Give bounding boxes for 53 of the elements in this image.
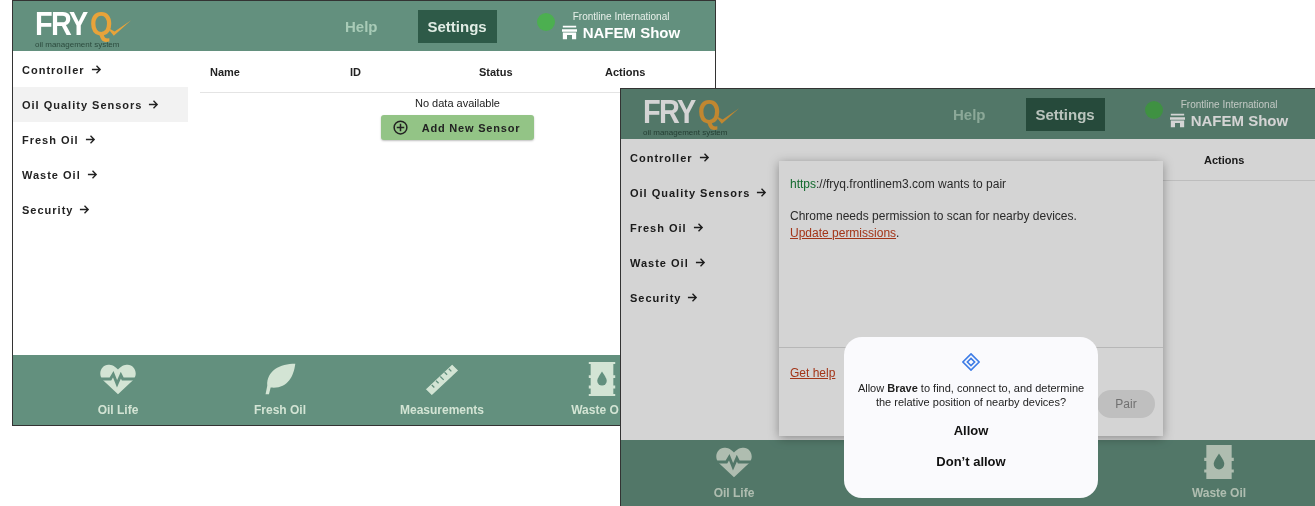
store-name: NAFEM Show xyxy=(582,24,681,41)
logo-text: FRY xyxy=(643,93,695,128)
column-header: Actions xyxy=(1204,153,1246,166)
sidebar-item[interactable]: Waste Oil xyxy=(13,157,104,192)
punctuation: . xyxy=(896,226,900,240)
store-icon xyxy=(1168,113,1186,128)
sidebar-item[interactable]: Fresh Oil xyxy=(621,210,710,245)
column-header: Actions xyxy=(605,65,647,78)
arrow-icon xyxy=(692,222,704,233)
company-name: Frontline International xyxy=(572,11,671,22)
sidebar-item[interactable]: Controller xyxy=(621,140,716,175)
logo-letter: Q xyxy=(697,93,721,128)
arrow-icon xyxy=(698,152,710,163)
pair-request-text: https://fryq.frontlinem3.com wants to pair xyxy=(790,177,1008,191)
permission-question: Allow Brave to find, connect to, and determine the relative position of nearby devices? xyxy=(856,381,1086,409)
arrow-icon xyxy=(84,134,96,145)
column-header: Name xyxy=(210,65,241,78)
sidebar-item[interactable]: Controller xyxy=(13,52,108,87)
dialog-button[interactable]: Allow xyxy=(945,421,997,440)
status-dot-icon xyxy=(536,13,555,31)
add-sensor-button[interactable]: Add New Sensor xyxy=(380,115,535,140)
nav-tab[interactable]: Settings xyxy=(1025,97,1105,131)
arrow-icon xyxy=(79,204,91,215)
sidebar-item[interactable]: Oil Quality Sensors xyxy=(13,87,188,122)
plus-circle-icon xyxy=(392,120,408,135)
heart-pulse-icon[interactable] xyxy=(99,362,137,396)
store-name: NAFEM Show xyxy=(1190,112,1289,129)
arrow-icon xyxy=(148,99,160,110)
logo-text: FRY xyxy=(35,5,87,40)
sidebar-item[interactable]: Security xyxy=(13,192,97,227)
company-name: Frontline International xyxy=(1180,99,1279,110)
arrow-icon xyxy=(86,169,98,180)
store-icon xyxy=(560,25,578,40)
sidebar-item[interactable]: Waste Oil xyxy=(621,245,712,280)
sidebar-item[interactable]: Security xyxy=(621,280,705,315)
arrow-icon xyxy=(90,64,102,75)
nearby-devices-icon xyxy=(962,353,980,371)
permission-message: Chrome needs permission to scan for nearby devices. xyxy=(790,209,1077,223)
logo-letter: Q xyxy=(89,5,113,40)
get-help-link[interactable]: Get help xyxy=(790,366,836,380)
arrow-icon xyxy=(687,292,699,303)
dialog-button[interactable]: Don’t allow xyxy=(928,452,1014,471)
sidebar-item[interactable]: Fresh Oil xyxy=(13,122,102,157)
sidebar-item[interactable]: Oil Quality Sensors xyxy=(621,175,774,210)
nav-tab[interactable]: Settings xyxy=(417,9,497,43)
empty-message: No data available xyxy=(415,97,500,109)
heart-pulse-icon[interactable] xyxy=(715,445,753,479)
status-dot-icon xyxy=(1144,101,1163,119)
arrow-icon xyxy=(694,257,706,268)
ruler-icon[interactable] xyxy=(423,362,461,396)
column-header: ID xyxy=(350,65,362,78)
arrow-icon xyxy=(756,187,768,198)
column-header: Status xyxy=(479,65,514,78)
